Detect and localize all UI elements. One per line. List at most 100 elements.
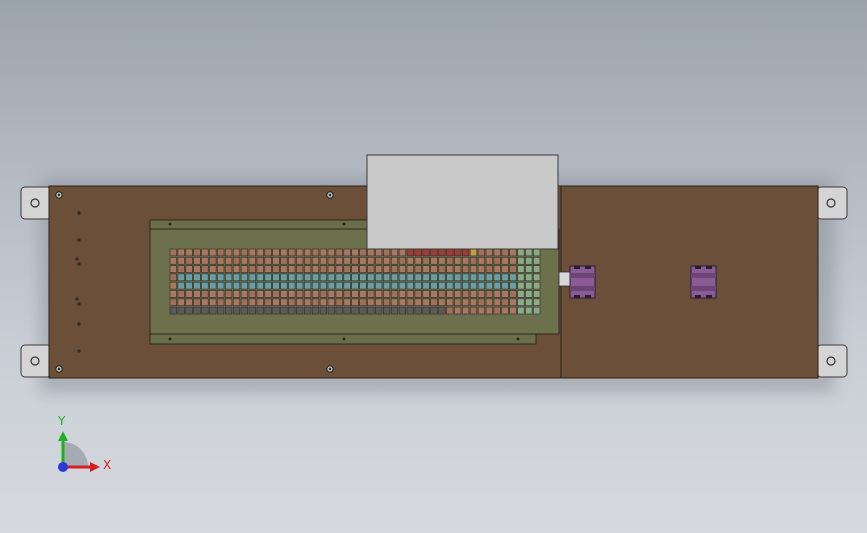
terminal-cell bbox=[335, 248, 343, 257]
terminal-cell bbox=[327, 248, 335, 257]
terminal-cell bbox=[438, 256, 446, 265]
terminal-cell bbox=[525, 248, 533, 257]
terminal-cell bbox=[375, 248, 383, 257]
triad-arc bbox=[63, 442, 88, 467]
terminal-cell bbox=[351, 281, 359, 290]
terminal-cell bbox=[430, 256, 438, 265]
terminal-cell bbox=[351, 248, 359, 257]
terminal-cell bbox=[485, 256, 493, 265]
terminal-cell bbox=[367, 306, 375, 315]
terminal-cell bbox=[422, 265, 430, 273]
terminal-cell bbox=[485, 265, 493, 273]
terminal-cell bbox=[327, 256, 335, 265]
terminal-cell bbox=[201, 298, 209, 306]
terminal-cell bbox=[209, 281, 217, 290]
terminal-cell bbox=[461, 248, 470, 257]
terminal-cell bbox=[382, 248, 391, 257]
terminal-cell bbox=[525, 265, 533, 273]
terminal-cell bbox=[185, 265, 193, 273]
terminal-cell bbox=[288, 281, 296, 290]
terminal-cell bbox=[335, 273, 343, 282]
terminal-cell bbox=[232, 273, 241, 282]
terminal-cell bbox=[533, 281, 541, 290]
terminal-cell bbox=[390, 306, 399, 315]
terminal-cell bbox=[225, 306, 233, 315]
x-axis-arrow bbox=[90, 462, 100, 472]
terminal-cell bbox=[177, 273, 185, 282]
terminal-cell bbox=[461, 273, 470, 282]
terminal-cell bbox=[248, 248, 256, 257]
terminal-cell bbox=[517, 273, 525, 282]
terminal-cell bbox=[430, 281, 438, 290]
terminal-cell bbox=[209, 290, 217, 298]
terminal-cell bbox=[343, 298, 351, 306]
terminal-cell bbox=[264, 290, 272, 298]
terminal-cell bbox=[351, 306, 359, 315]
terminal-cell bbox=[359, 298, 367, 306]
terminal-cell bbox=[517, 281, 525, 290]
terminal-cell bbox=[248, 298, 256, 306]
terminal-cell bbox=[367, 265, 375, 273]
terminal-cell bbox=[169, 281, 177, 290]
terminal-cell bbox=[296, 290, 304, 298]
terminal-cell bbox=[454, 298, 462, 306]
terminal-cell bbox=[256, 281, 264, 290]
terminal-cell bbox=[264, 265, 272, 273]
terminal-cell bbox=[359, 290, 367, 298]
terminal-cell bbox=[375, 281, 383, 290]
bracket-bottom-left bbox=[20, 344, 52, 378]
terminal-cell bbox=[185, 248, 193, 257]
terminal-cell bbox=[280, 273, 288, 282]
terminal-cell bbox=[327, 273, 335, 282]
terminal-cell bbox=[367, 290, 375, 298]
terminal-cell bbox=[201, 273, 209, 282]
terminal-cell bbox=[351, 298, 359, 306]
terminal-cell bbox=[533, 273, 541, 282]
terminal-cell bbox=[296, 281, 304, 290]
terminal-cell bbox=[414, 290, 422, 298]
terminal-cell bbox=[367, 281, 375, 290]
terminal-cell bbox=[477, 281, 486, 290]
terminal-cell bbox=[319, 256, 328, 265]
terminal-cell bbox=[382, 281, 391, 290]
terminal-cell bbox=[296, 298, 304, 306]
terminal-cell bbox=[390, 256, 399, 265]
terminal-cell bbox=[256, 306, 264, 315]
terminal-cell bbox=[193, 298, 201, 306]
terminal-cell bbox=[280, 290, 288, 298]
relay-right[interactable] bbox=[690, 265, 717, 299]
terminal-cell bbox=[359, 273, 367, 282]
terminal-cell bbox=[438, 298, 446, 306]
terminal-cell bbox=[272, 306, 280, 315]
terminal-cell bbox=[469, 281, 478, 290]
terminal-cell bbox=[327, 281, 335, 290]
terminal-cell bbox=[469, 256, 478, 265]
y-axis-label: Y bbox=[58, 414, 66, 428]
cover-box[interactable] bbox=[366, 154, 559, 250]
terminal-cell bbox=[359, 306, 367, 315]
terminal-cell bbox=[525, 273, 533, 282]
terminal-cell bbox=[296, 256, 304, 265]
terminal-cell bbox=[225, 281, 233, 290]
relay-left[interactable] bbox=[569, 265, 596, 299]
cad-model[interactable] bbox=[0, 0, 867, 533]
terminal-cell bbox=[493, 248, 501, 257]
cad-viewport[interactable]: Y X bbox=[0, 0, 867, 533]
terminal-cell bbox=[272, 298, 280, 306]
terminal-cell bbox=[303, 298, 312, 306]
terminal-cell bbox=[177, 256, 185, 265]
terminal-cell bbox=[533, 265, 541, 273]
terminal-cell bbox=[501, 281, 509, 290]
terminal-cell bbox=[209, 256, 217, 265]
terminal-cell bbox=[280, 248, 288, 257]
terminal-cell bbox=[390, 265, 399, 273]
terminal-cell bbox=[311, 290, 320, 298]
terminal-cell bbox=[351, 256, 359, 265]
terminal-cell bbox=[311, 306, 320, 315]
terminal-cell bbox=[469, 306, 478, 315]
terminal-cell bbox=[517, 306, 525, 315]
terminal-cell bbox=[232, 248, 241, 257]
terminal-cell bbox=[359, 256, 367, 265]
terminal-cell bbox=[485, 306, 493, 315]
terminal-cell bbox=[240, 265, 249, 273]
